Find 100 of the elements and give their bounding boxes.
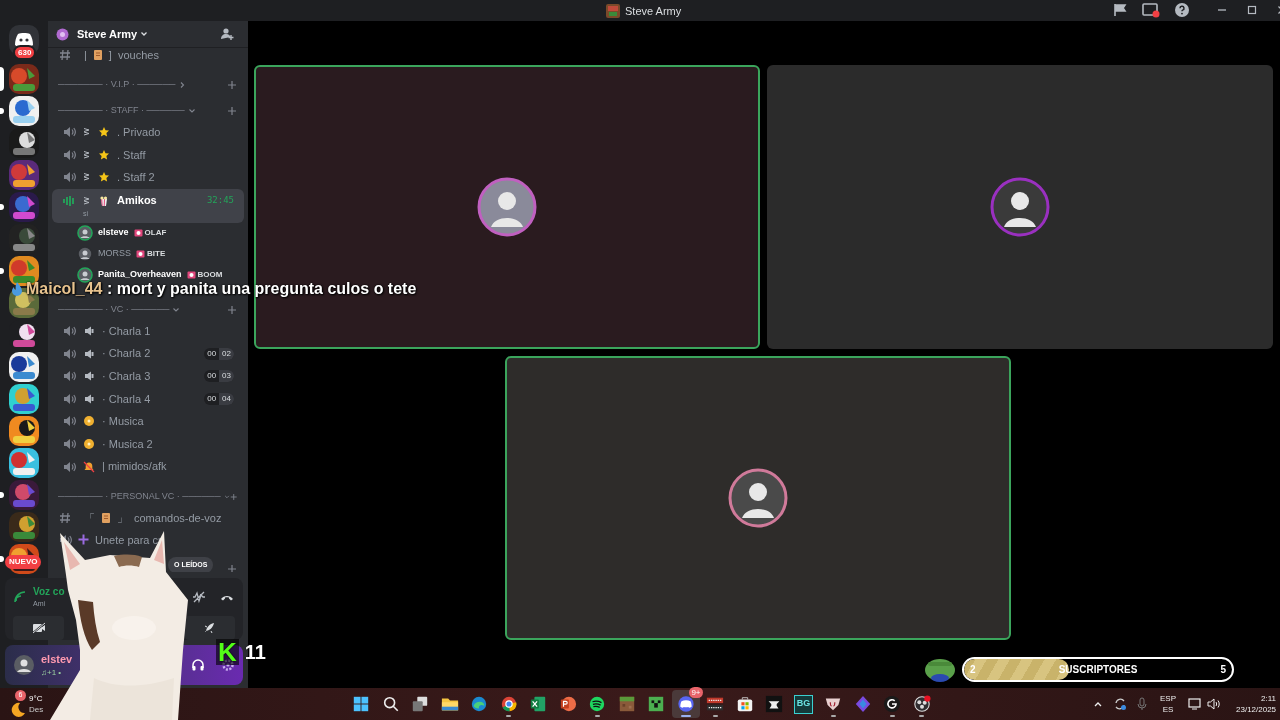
speaker-icon: [62, 147, 76, 162]
channel-bracket: |: [84, 48, 87, 63]
voice-user[interactable]: Panita_Overheaven BOOM: [77, 266, 223, 283]
plus-icon[interactable]: [227, 304, 237, 315]
plus-icon[interactable]: [227, 106, 237, 116]
channel-item[interactable]: | ] vouches: [48, 48, 248, 66]
viewer-count: 11: [244, 640, 266, 665]
help-icon[interactable]: [1174, 2, 1190, 18]
add-member-icon[interactable]: [220, 27, 234, 41]
star-icon: [98, 148, 110, 161]
sync-icon[interactable]: [1113, 697, 1127, 711]
star-icon: [98, 126, 110, 139]
voice-user[interactable]: elsteve OLAF: [77, 224, 167, 241]
g-logo-icon: [883, 695, 901, 713]
voice-user[interactable]: MORSS BITE: [77, 245, 166, 262]
voice-channel[interactable]: . Privado: [52, 121, 244, 144]
voice-channel[interactable]: . Staff: [52, 143, 244, 167]
sound-bars-circle-icon: [588, 695, 606, 713]
user-count: 00: [206, 347, 218, 360]
scroll-icon: [101, 511, 111, 524]
clock[interactable]: 2:11 23/12/2025: [1236, 693, 1277, 715]
signal-icon: [13, 589, 27, 604]
plus-icon[interactable]: [227, 80, 237, 90]
speaker-icon: [62, 125, 76, 140]
taskbar-app[interactable]: 9+: [671, 690, 700, 718]
stacked-lines-icon: [83, 172, 91, 183]
diamond-icon: [853, 695, 872, 713]
speaker-icon: [62, 369, 76, 384]
stacked-lines-icon: [83, 149, 91, 160]
channel-name: . Privado: [117, 125, 161, 141]
grass-block-icon: [617, 695, 636, 713]
muted-bell-icon: [83, 460, 95, 473]
voice-channel[interactable]: · Charla 2 00 02: [52, 342, 244, 365]
user-count: 00: [206, 392, 218, 405]
user-limit: 03: [219, 370, 234, 383]
user-name: MORSS: [98, 247, 131, 261]
controller-icon: [676, 695, 695, 713]
channel-name: comandos-de-voz: [134, 510, 222, 526]
speaker-icon: [62, 346, 76, 361]
voice-channel[interactable]: | mimidos/afk: [52, 455, 244, 478]
category-header[interactable]: ─────── · V.I.P · ──────: [58, 78, 176, 92]
connection-status: Voz co: [33, 585, 65, 599]
channel-name: . Staff 2: [117, 170, 155, 186]
voice-channel[interactable]: · Charla 1: [52, 319, 244, 343]
voice-channel[interactable]: · Charla 3 00 03: [52, 364, 244, 388]
language-code: ESP: [1160, 693, 1176, 704]
category-header[interactable]: ─────── · STAFF · ──────: [58, 104, 185, 118]
camera-button[interactable]: [13, 615, 64, 640]
disc-icon: [83, 415, 95, 428]
date: 23/12/2025: [1236, 704, 1277, 715]
plus-icon[interactable]: [229, 491, 237, 502]
shopping-bag-icon: [735, 695, 754, 713]
scroll-icon: [92, 49, 103, 61]
disc-icon: [83, 438, 95, 451]
channel-name: | mimidos/afk: [102, 459, 167, 475]
role-tag: OLAF: [144, 226, 167, 239]
avatar: [477, 177, 537, 237]
voice-channel[interactable]: · Musica: [52, 410, 244, 433]
speaker-icon: [62, 459, 76, 474]
channel-bracket: 」: [117, 510, 128, 526]
role-tag-icon: [133, 228, 143, 238]
channel-name: · Charla 2: [102, 346, 151, 362]
goal-target: 5: [1220, 662, 1226, 677]
volume-icon[interactable]: [1207, 697, 1221, 711]
network-icon[interactable]: [1188, 697, 1202, 711]
channel-name: · Musica 2: [102, 436, 153, 452]
record-circle-icon: [912, 695, 931, 713]
speaker-icon: [62, 324, 76, 339]
time: 2:11: [1261, 693, 1277, 704]
input-language[interactable]: ESP ES: [1160, 693, 1176, 715]
voice-channel[interactable]: · Charla 4 00 04: [52, 387, 244, 411]
notification-badge: 9+: [689, 687, 703, 698]
search-icon: [381, 695, 400, 713]
call-timer: 32:45: [206, 193, 234, 207]
temperature: 9°C: [29, 693, 44, 704]
microphone-icon[interactable]: [1136, 697, 1148, 711]
spreadsheet-icon: [529, 695, 547, 713]
stacked-lines-icon: [83, 195, 91, 206]
headphones-icon[interactable]: [191, 658, 205, 672]
gear-icon: [56, 27, 69, 41]
window-alert-icon[interactable]: [1142, 2, 1160, 18]
avatar: [13, 654, 35, 676]
channel-bracket: 「: [84, 510, 95, 526]
keyboard-layout: ES: [1162, 704, 1174, 715]
weather-text: Des: [29, 704, 44, 715]
voice-channel[interactable]: . Staff 2: [52, 166, 244, 189]
user-name: elstev: [41, 651, 73, 667]
speaker-icon: [62, 414, 76, 429]
role-tag: BITE: [147, 247, 166, 260]
voice-channel[interactable]: · Musica 2: [52, 432, 244, 456]
noise-off-icon[interactable]: [191, 589, 207, 604]
inbox-flag-icon[interactable]: [1112, 2, 1128, 18]
rocket-icon: [203, 620, 217, 635]
category-header[interactable]: ─────── · VC · ──────: [58, 303, 170, 317]
category-header[interactable]: ─────── · PERSONAL VC · ──────: [58, 490, 221, 504]
channel-item[interactable]: 「 」 comandos-de-voz: [48, 506, 248, 529]
taskbar-app[interactable]: BG: [789, 690, 818, 718]
plus-icon[interactable]: [227, 563, 237, 572]
speaker-icon: [83, 347, 95, 360]
activity-button[interactable]: [185, 615, 235, 640]
